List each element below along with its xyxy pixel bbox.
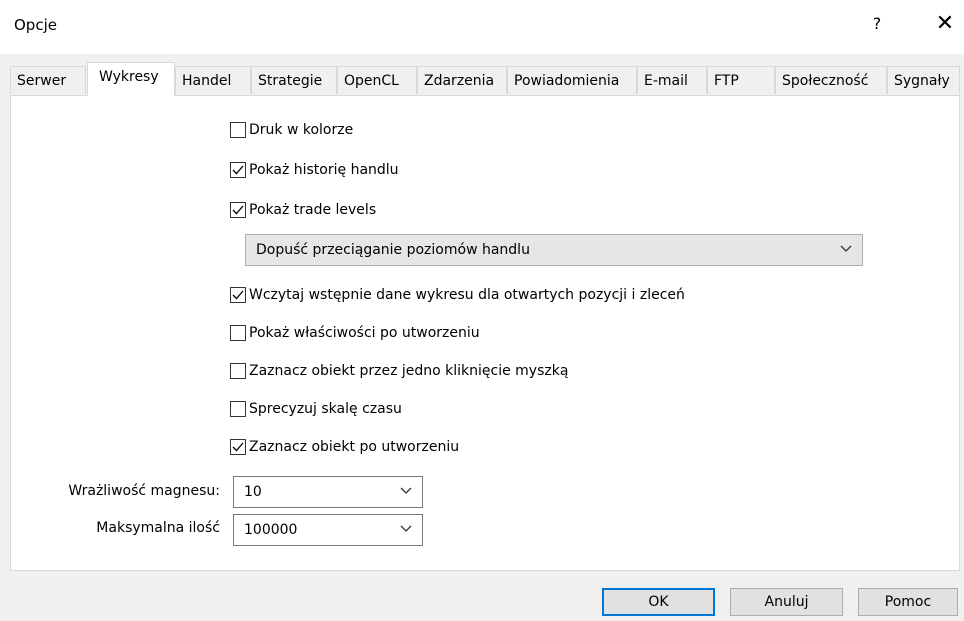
- help-button[interactable]: Pomoc: [858, 588, 958, 616]
- option-label: Pokaż trade levels: [249, 202, 377, 218]
- option-label: Druk w kolorze: [249, 122, 354, 138]
- tab-panel: [10, 95, 960, 571]
- checkbox[interactable]: [230, 325, 246, 341]
- tab-sygnaly[interactable]: Sygnały: [887, 66, 960, 94]
- tab-handel[interactable]: Handel: [175, 66, 251, 94]
- option-pokaz-trade-levels[interactable]: Pokaż trade levels: [230, 199, 376, 221]
- option-pokaz-historie-handlu[interactable]: Pokaż historię handlu: [230, 159, 399, 181]
- tab-email[interactable]: E-mail: [637, 66, 707, 94]
- option-label: Pokaż właściwości po utworzeniu: [249, 325, 480, 341]
- tab-strategie[interactable]: Strategie: [251, 66, 337, 94]
- checkbox[interactable]: [230, 363, 246, 379]
- chevron-down-icon: [840, 245, 852, 252]
- tab-strip: Serwer Wykresy Handel Strategie OpenCL Z…: [10, 62, 960, 96]
- option-label: Sprecyzuj skalę czasu: [249, 401, 402, 417]
- magnet-select[interactable]: 10: [233, 476, 423, 508]
- option-pokaz-wlasciwosci[interactable]: Pokaż właściwości po utworzeniu: [230, 322, 480, 344]
- tab-ftp[interactable]: FTP: [707, 66, 775, 94]
- checkmark-icon: [232, 165, 244, 175]
- max-bars-label: Maksymalna ilość: [96, 520, 220, 536]
- ok-button[interactable]: OK: [602, 588, 715, 616]
- title-bar: Opcje ? ✕: [0, 0, 964, 54]
- select-value: 10: [244, 484, 262, 500]
- max-bars-select[interactable]: 100000: [233, 514, 423, 546]
- checkbox[interactable]: [230, 122, 246, 138]
- checkmark-icon: [232, 205, 244, 215]
- tab-wykresy[interactable]: Wykresy: [87, 62, 175, 96]
- checkbox[interactable]: [230, 439, 246, 455]
- tab-zdarzenia[interactable]: Zdarzenia: [417, 66, 507, 94]
- option-label: Wczytaj wstępnie dane wykresu dla otwart…: [249, 287, 685, 303]
- tab-serwer[interactable]: Serwer: [10, 66, 86, 94]
- select-value: 100000: [244, 522, 298, 538]
- tab-spolecznosc[interactable]: Społeczność: [775, 66, 887, 94]
- window-title: Opcje: [14, 16, 57, 34]
- checkbox[interactable]: [230, 287, 246, 303]
- option-sprecyzuj-skale[interactable]: Sprecyzuj skalę czasu: [230, 398, 402, 420]
- cancel-button[interactable]: Anuluj: [730, 588, 843, 616]
- option-label: Pokaż historię handlu: [249, 162, 399, 178]
- tab-powiadomienia[interactable]: Powiadomienia: [507, 66, 637, 94]
- chevron-down-icon: [400, 487, 412, 494]
- magnet-label: Wrażliwość magnesu:: [68, 483, 220, 499]
- close-icon[interactable]: ✕: [932, 10, 958, 38]
- checkmark-icon: [232, 442, 244, 452]
- checkbox[interactable]: [230, 162, 246, 178]
- option-label: Zaznacz obiekt po utworzeniu: [249, 439, 460, 455]
- select-value: Dopuść przeciąganie poziomów handlu: [256, 242, 530, 258]
- checkmark-icon: [232, 290, 244, 300]
- option-wczytaj-wstepnie[interactable]: Wczytaj wstępnie dane wykresu dla otwart…: [230, 284, 685, 306]
- option-druk-w-kolorze[interactable]: Druk w kolorze: [230, 119, 353, 141]
- option-zaznacz-po-utworzeniu[interactable]: Zaznacz obiekt po utworzeniu: [230, 436, 459, 458]
- help-icon[interactable]: ?: [866, 12, 888, 36]
- checkbox[interactable]: [230, 401, 246, 417]
- checkbox[interactable]: [230, 202, 246, 218]
- option-label: Zaznacz obiekt przez jedno kliknięcie my…: [249, 363, 569, 379]
- option-zaznacz-jedno-klikniecie[interactable]: Zaznacz obiekt przez jedno kliknięcie my…: [230, 360, 568, 382]
- trade-levels-select[interactable]: Dopuść przeciąganie poziomów handlu: [245, 234, 863, 266]
- chevron-down-icon: [400, 525, 412, 532]
- tab-opencl[interactable]: OpenCL: [337, 66, 417, 94]
